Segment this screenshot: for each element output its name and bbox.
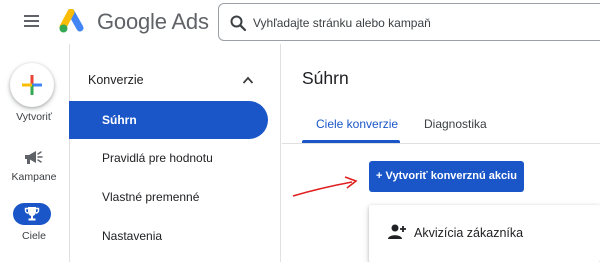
tabs-divider [282, 143, 600, 144]
red-annotation-arrow [292, 176, 358, 197]
goals-label[interactable]: Ciele [0, 230, 68, 242]
plus-icon [22, 75, 42, 95]
nav-item-custom-variables[interactable]: Vlastné premenné [69, 178, 268, 216]
tab-diagnostics[interactable]: Diagnostika [424, 117, 487, 131]
page-title: Súhrn [302, 68, 349, 88]
brand-name: Google Ads [97, 9, 209, 34]
tab-conversion-goals[interactable]: Ciele konverzie [316, 117, 398, 131]
chevron-up-icon[interactable] [242, 75, 254, 85]
search-box[interactable] [218, 3, 600, 41]
nav-item-value-rules[interactable]: Pravidlá pre hodnotu [69, 139, 268, 177]
goals-nav-button[interactable] [13, 203, 51, 225]
person-add-icon [388, 224, 406, 239]
trophy-icon [24, 207, 40, 221]
search-icon [230, 15, 247, 32]
nav-item-summary[interactable]: Súhrn [69, 101, 268, 139]
top-bar: Google Ads [0, 0, 600, 44]
campaigns-megaphone-icon[interactable] [23, 150, 43, 166]
nav-section-conversions[interactable]: Konverzie [88, 73, 144, 87]
search-input[interactable] [253, 13, 593, 33]
create-button[interactable] [10, 63, 54, 107]
google-ads-logo-icon [59, 9, 84, 33]
nav-item-settings[interactable]: Nastavenia [69, 217, 268, 255]
goal-card-label: Akvizícia zákazníka [414, 226, 524, 240]
campaigns-label[interactable]: Kampane [0, 171, 68, 183]
hamburger-menu-icon[interactable] [22, 13, 42, 31]
create-label: Vytvoriť [16, 111, 52, 123]
create-conversion-action-button[interactable]: + Vytvoriť konverznú akciu [369, 161, 524, 192]
